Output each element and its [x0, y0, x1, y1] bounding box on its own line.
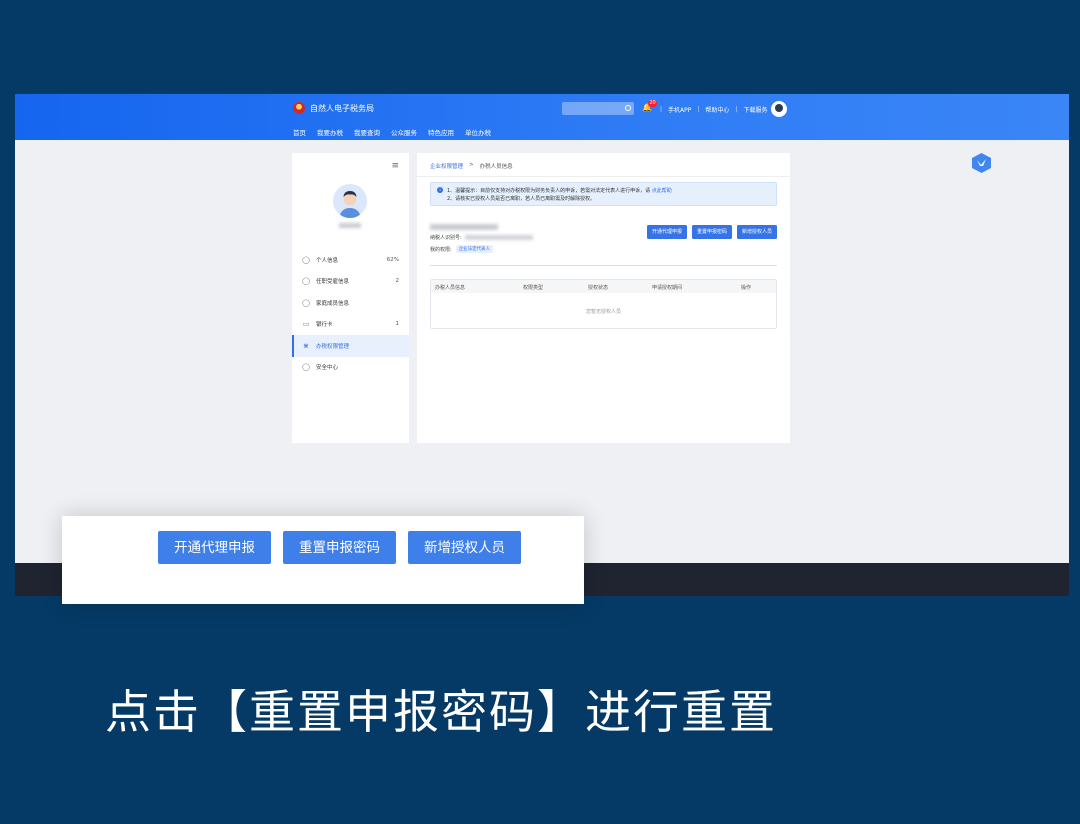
sidebar-item-tax-permission[interactable]: ⋇ 办税权限管理: [292, 335, 409, 357]
help-center-link[interactable]: 帮助中心: [705, 105, 729, 114]
divider: [417, 176, 790, 177]
sidebar-item-family-info[interactable]: ◯ 家庭成员信息: [292, 292, 409, 314]
sidebar-item-personal-info[interactable]: ◯ 个人信息 62%: [292, 249, 409, 271]
zoomed-action-buttons: 开通代理申报 重置申报密码 新增授权人员: [158, 531, 521, 564]
add-authorized-person-button[interactable]: 新增授权人员: [408, 531, 521, 564]
company-name-redacted: [430, 224, 498, 230]
profile-avatar: [333, 184, 367, 218]
permission-label: 我的权限:: [430, 246, 452, 253]
help-link[interactable]: 点此帮助: [652, 188, 672, 194]
sidebar-menu: ◯ 个人信息 62% ◯ 任职受雇信息 2 ◯ 家庭成员信息 ▭ 银行卡 1 ⋇…: [292, 249, 409, 378]
sidebar-item-label: 银行卡: [316, 322, 333, 329]
action-buttons: 开通代理申报 重置申报密码 新增授权人员: [646, 225, 777, 239]
download-service-link[interactable]: 下载服务: [743, 105, 767, 114]
card-icon: ▭: [302, 320, 310, 329]
breadcrumb-current: 办税人员信息: [479, 164, 513, 170]
main-content: 企业权限管理 > 办税人员信息 i 1、温馨提示：目前仅支持对办税权限为财务负责…: [417, 153, 790, 443]
assistant-bird-icon[interactable]: [971, 152, 992, 174]
taxid-value-redacted: [464, 235, 533, 240]
breadcrumb-separator: >: [469, 162, 474, 168]
user-icon: ◯: [302, 255, 310, 264]
notification-badge: 20: [648, 100, 657, 107]
zoomed-button-callout: 开通代理申报 重置申报密码 新增授权人员: [62, 516, 584, 604]
column-header: 申请授权期间: [652, 285, 683, 291]
site-title: 自然人电子税务局: [310, 103, 374, 113]
top-links: | 手机APP | 帮助中心 | 下载服务: [660, 105, 767, 114]
reset-filing-password-button[interactable]: 重置申报密码: [691, 225, 732, 239]
sidebar-item-bank-card[interactable]: ▭ 银行卡 1: [292, 314, 409, 336]
mobile-app-link[interactable]: 手机APP: [668, 105, 691, 114]
sidebar: ≡ ◯ 个人信息 62% ◯ 任职受雇信息 2 ◯ 家庭成员信息 ▭ 银行卡 1…: [292, 153, 409, 443]
nav-public-service[interactable]: 公众服务: [391, 127, 417, 137]
separator: |: [660, 106, 663, 113]
nav-tax-handling[interactable]: 我要办税: [317, 127, 343, 137]
column-header: 权限类型: [523, 285, 544, 291]
divider: [430, 265, 777, 266]
nav-home[interactable]: 首页: [293, 127, 306, 137]
sidebar-item-employment-info[interactable]: ◯ 任职受雇信息 2: [292, 271, 409, 293]
sidebar-item-label: 个人信息: [316, 257, 339, 264]
authorized-persons-table: 办税人员信息 权限类型 授权状态 申请授权期间 操作 您暂无授权人员: [430, 279, 777, 329]
user-plus-icon: ◯: [302, 277, 310, 286]
search-icon[interactable]: [625, 105, 631, 111]
permission-tag: 企业法定代表人: [455, 245, 494, 253]
notice-text: 1、温馨提示：目前仅支持对办税权限为财务负责人的申诉，若需对法定代表人进行申诉，…: [447, 188, 651, 194]
add-authorized-person-button[interactable]: 新增授权人员: [736, 225, 777, 239]
sidebar-item-count: 62%: [386, 256, 399, 263]
menu-list-icon[interactable]: ≡: [391, 161, 399, 171]
person-avatar-icon: [333, 184, 367, 218]
sidebar-item-security-center[interactable]: ◯ 安全中心: [292, 357, 409, 379]
site-logo[interactable]: 自然人电子税务局: [293, 102, 374, 114]
notice-line-2: 2、请核实已授权人员是否已离职，若人员已离职需及时解除授权。: [447, 196, 596, 202]
empty-state-text: 您暂无授权人员: [585, 309, 621, 315]
instruction-caption: 点击【重置申报密码】进行重置: [105, 685, 777, 739]
separator: |: [735, 106, 738, 113]
table-header: 办税人员信息 权限类型 授权状态 申请授权期间 操作: [431, 280, 776, 293]
info-icon: i: [437, 187, 443, 193]
sidebar-item-label: 安全中心: [316, 365, 339, 372]
network-icon: ⋇: [303, 341, 309, 350]
breadcrumb: 企业权限管理 > 办税人员信息: [430, 162, 513, 170]
nav-company-tax[interactable]: 单位办税: [465, 127, 491, 137]
sidebar-item-count: 1: [395, 321, 400, 328]
permission-row: 我的权限: 企业法定代表人: [430, 245, 494, 253]
reset-filing-password-button[interactable]: 重置申报密码: [283, 531, 396, 564]
user-avatar[interactable]: [771, 101, 787, 117]
search-input[interactable]: [562, 102, 634, 115]
column-header: 操作: [741, 285, 752, 291]
nav-special-apps[interactable]: 特色应用: [428, 127, 454, 137]
shield-icon: ◯: [302, 363, 310, 372]
enable-agent-filing-button[interactable]: 开通代理申报: [158, 531, 271, 564]
taxid-label: 纳税人识别号:: [430, 235, 462, 241]
breadcrumb-parent[interactable]: 企业权限管理: [430, 162, 463, 170]
notice-banner: i 1、温馨提示：目前仅支持对办税权限为财务负责人的申诉，若需对法定代表人进行申…: [430, 182, 777, 206]
main-nav: 首页 我要办税 我要查询 公众服务 特色应用 单位办税: [293, 127, 491, 137]
top-navigation-bar: 自然人电子税务局 首页 我要办税 我要查询 公众服务 特色应用 单位办税 🔔 2…: [15, 94, 1069, 140]
sidebar-item-count: 2: [395, 278, 400, 285]
taxid-row: 纳税人识别号:: [430, 234, 533, 241]
profile-name-redacted: [339, 223, 361, 228]
column-header: 授权状态: [588, 285, 609, 291]
user-icon: ◯: [302, 298, 310, 307]
column-header: 办税人员信息: [435, 285, 466, 291]
sidebar-item-label: 家庭成员信息: [316, 300, 350, 307]
nav-query[interactable]: 我要查询: [354, 127, 380, 137]
separator: |: [697, 106, 700, 113]
sidebar-item-label: 办税权限管理: [316, 343, 350, 350]
sidebar-item-label: 任职受雇信息: [316, 279, 350, 286]
national-emblem-icon: [293, 102, 305, 114]
notice-line-1: 1、温馨提示：目前仅支持对办税权限为财务负责人的申诉，若需对法定代表人进行申诉，…: [447, 187, 672, 194]
enable-agent-filing-button[interactable]: 开通代理申报: [646, 225, 687, 239]
